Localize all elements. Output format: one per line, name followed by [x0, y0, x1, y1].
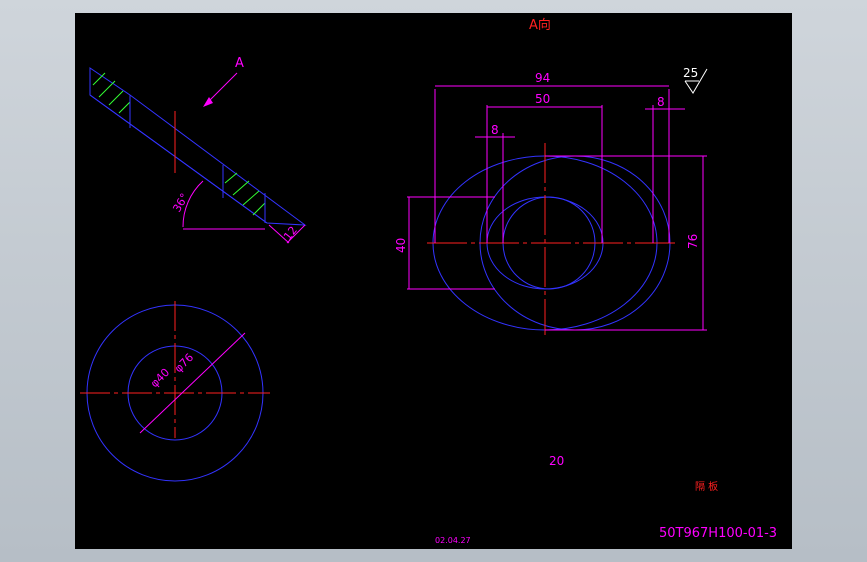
- view-arrow-a-label: A: [235, 56, 244, 71]
- diameter-76-text: φ76: [172, 351, 196, 375]
- roughness-value: 25: [683, 66, 698, 80]
- diameter-40-text: φ40: [148, 366, 172, 390]
- front-view: φ40 φ76: [80, 301, 270, 482]
- dim-8-left-text: 8: [491, 123, 499, 137]
- thickness-dimension-text: 12: [281, 224, 300, 243]
- view-a-title: A向: [529, 17, 551, 33]
- drawing-svg: A 36° 12 φ40 φ76 A向 94 50 8 8 40 76 25 2…: [80, 17, 777, 545]
- hatch-right: [224, 172, 266, 216]
- view-a: A向 94 50 8 8 40 76 25: [394, 17, 708, 335]
- section-view: A 36° 12: [89, 56, 307, 244]
- hatch-left: [92, 72, 131, 114]
- dim-94-text: 94: [535, 71, 550, 85]
- dim-40-text: 40: [394, 238, 408, 253]
- cad-drawing-canvas[interactable]: A 36° 12 φ40 φ76 A向 94 50 8 8 40 76 25 2…: [75, 13, 792, 549]
- angle-dimension-text: 36°: [170, 191, 191, 214]
- view-arrow-a-line: [206, 72, 238, 104]
- drawing-date: 02.04.27: [435, 536, 471, 545]
- dim-50-text: 50: [535, 92, 550, 106]
- dim-8-right-text: 8: [657, 95, 665, 109]
- dim-76-text: 76: [686, 234, 700, 249]
- scale-note: 20: [549, 454, 564, 468]
- drawing-number: 50T967H100-01-3: [659, 526, 777, 541]
- part-name: 隔 板: [695, 480, 718, 493]
